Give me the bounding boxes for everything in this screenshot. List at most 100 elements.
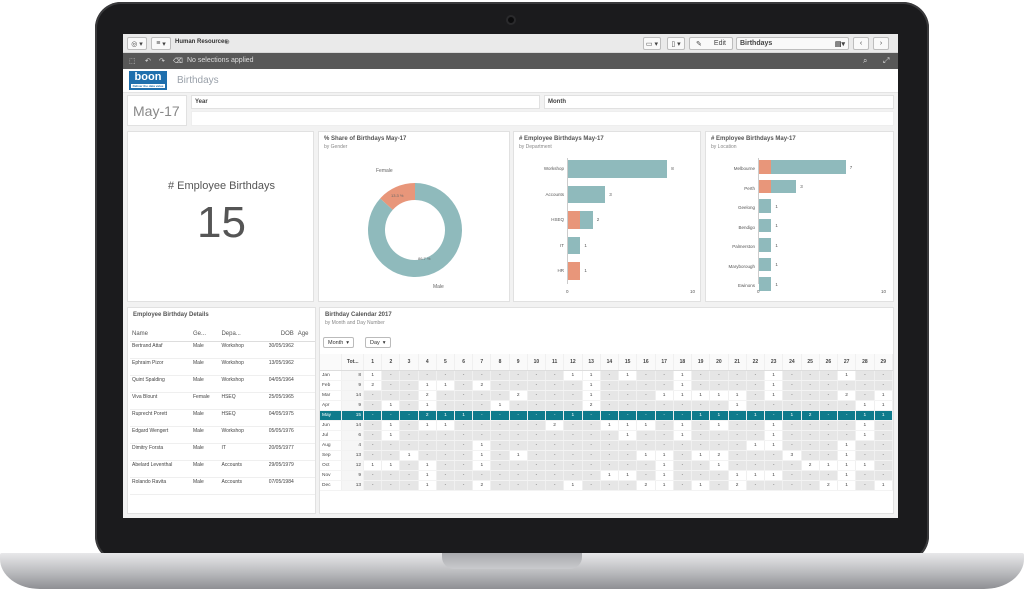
calendar-cell[interactable]: -: [728, 460, 747, 471]
calendar-cell[interactable]: -: [363, 410, 383, 421]
calendar-cell[interactable]: -: [381, 440, 401, 451]
calendar-cell[interactable]: -: [728, 380, 747, 391]
calendar-cell[interactable]: 2: [709, 450, 729, 461]
calendar-cell[interactable]: 1: [655, 480, 674, 491]
calendar-cell[interactable]: -: [728, 410, 747, 421]
calendar-cell[interactable]: 1: [418, 380, 437, 391]
calendar-cell[interactable]: -: [764, 480, 784, 491]
calendar-day-header[interactable]: 23: [764, 354, 784, 371]
calendar-cell[interactable]: 1: [636, 450, 656, 461]
calendar-cell[interactable]: -: [490, 440, 510, 451]
calendar-cell[interactable]: 2: [472, 480, 492, 491]
calendar-cell[interactable]: -: [746, 400, 766, 411]
calendar-cell[interactable]: -: [782, 400, 802, 411]
calendar-cell[interactable]: -: [691, 380, 711, 391]
calendar-cell[interactable]: -: [673, 440, 693, 451]
calendar-cell[interactable]: -: [728, 370, 747, 381]
calendar-cell[interactable]: -: [490, 370, 510, 381]
calendar-cell[interactable]: -: [527, 380, 547, 391]
calendar-cell[interactable]: 1: [600, 420, 620, 431]
calendar-cell[interactable]: 1: [728, 390, 747, 401]
calendar-cell[interactable]: -: [874, 460, 893, 471]
calendar-cell[interactable]: -: [709, 440, 729, 451]
calendar-cell[interactable]: 1: [454, 410, 474, 421]
calendar-cell[interactable]: 2: [801, 410, 820, 421]
loc-bar[interactable]: [759, 257, 772, 272]
calendar-cell[interactable]: -: [673, 410, 693, 421]
calendar-cell[interactable]: -: [545, 410, 565, 421]
calendar-cell[interactable]: -: [636, 470, 656, 481]
calendar-cell[interactable]: -: [509, 400, 528, 411]
calendar-cell[interactable]: -: [782, 480, 802, 491]
loc-bar[interactable]: [759, 218, 772, 233]
calendar-cell[interactable]: 1: [618, 370, 638, 381]
calendar-cell[interactable]: 1: [418, 480, 437, 491]
calendar-cell[interactable]: 1: [673, 370, 693, 381]
year-filter[interactable]: Year: [191, 95, 540, 109]
calendar-cell[interactable]: 1: [728, 470, 747, 481]
calendar-cell[interactable]: -: [363, 400, 383, 411]
table-row[interactable]: Dimitry Forsta Male IT 20/05/1977: [130, 443, 315, 461]
smart-search-icon[interactable]: ⤢: [883, 56, 889, 66]
calendar-cell[interactable]: -: [655, 410, 674, 421]
calendar-cell[interactable]: -: [709, 400, 729, 411]
calendar-day-header[interactable]: 2: [381, 354, 401, 371]
calendar-cell[interactable]: -: [436, 460, 456, 471]
loc-bar-female[interactable]: [759, 179, 772, 194]
calendar-cell[interactable]: 1: [782, 410, 802, 421]
calendar-cell[interactable]: 1: [618, 420, 638, 431]
calendar-cell[interactable]: -: [454, 470, 474, 481]
loc-bar[interactable]: [759, 238, 772, 252]
calendar-cell[interactable]: -: [819, 390, 839, 401]
back-icon[interactable]: ↶: [145, 57, 151, 65]
next-sheet-button[interactable]: ›: [873, 37, 889, 50]
calendar-cell[interactable]: -: [801, 470, 820, 481]
calendar-cell[interactable]: -: [819, 450, 839, 461]
calendar-cell[interactable]: -: [636, 410, 656, 421]
calendar-cell[interactable]: 1: [655, 470, 674, 481]
calendar-cell[interactable]: 1: [728, 400, 747, 411]
calendar-day-header[interactable]: 25: [801, 354, 820, 371]
calendar-month-label[interactable]: May: [320, 410, 343, 421]
calendar-day-header[interactable]: 11: [545, 354, 565, 371]
calendar-row[interactable]: Mar 14- - -2- - - -2- - -1- - -1 1 1 1 1-1- - -2-1: [320, 390, 893, 401]
calendar-cell[interactable]: -: [582, 440, 601, 451]
calendar-day-header[interactable]: 3: [399, 354, 419, 371]
calendar-cell[interactable]: 1: [709, 420, 729, 431]
calendar-cell[interactable]: 1: [509, 450, 528, 461]
calendar-cell[interactable]: 2: [472, 380, 492, 391]
calendar-cell[interactable]: 2: [545, 420, 565, 431]
calendar-cell[interactable]: -: [563, 400, 583, 411]
calendar-month-label[interactable]: Apr: [320, 400, 343, 411]
calendar-cell[interactable]: -: [655, 440, 674, 451]
calendar-cell[interactable]: -: [399, 380, 419, 391]
calendar-day-header[interactable]: 21: [728, 354, 747, 371]
forward-icon[interactable]: ↷: [159, 57, 165, 65]
calendar-cell[interactable]: 1: [837, 470, 857, 481]
calendar-cell[interactable]: -: [709, 370, 729, 381]
calendar-day-header[interactable]: 4: [418, 354, 437, 371]
calendar-day-header[interactable]: 18: [673, 354, 693, 371]
calendar-cell[interactable]: -: [728, 440, 747, 451]
calendar-cell[interactable]: -: [582, 450, 601, 461]
calendar-cell[interactable]: -: [436, 400, 456, 411]
calendar-cell[interactable]: -: [782, 470, 802, 481]
calendar-cell[interactable]: -: [509, 420, 528, 431]
calendar-cell[interactable]: -: [636, 390, 656, 401]
calendar-cell[interactable]: -: [563, 460, 583, 471]
calendar-cell[interactable]: -: [673, 470, 693, 481]
calendar-cell[interactable]: -: [563, 390, 583, 401]
calendar-cell[interactable]: -: [582, 480, 601, 491]
calendar-cell[interactable]: -: [728, 420, 747, 431]
calendar-row[interactable]: Jul 6-1- - - - - - - - - - - -1- -1- - - -1- - - -1-: [320, 430, 893, 441]
dept-bar[interactable]: [568, 160, 668, 178]
calendar-cell[interactable]: 2: [801, 460, 820, 471]
calendar-cell[interactable]: -: [436, 450, 456, 461]
calendar-cell[interactable]: 1: [381, 430, 401, 441]
calendar-cell[interactable]: -: [874, 470, 893, 481]
calendar-cell[interactable]: -: [819, 470, 839, 481]
calendar-cell[interactable]: -: [801, 400, 820, 411]
calendar-cell[interactable]: -: [855, 370, 875, 381]
calendar-cell[interactable]: -: [655, 400, 674, 411]
calendar-cell[interactable]: 1: [618, 470, 638, 481]
